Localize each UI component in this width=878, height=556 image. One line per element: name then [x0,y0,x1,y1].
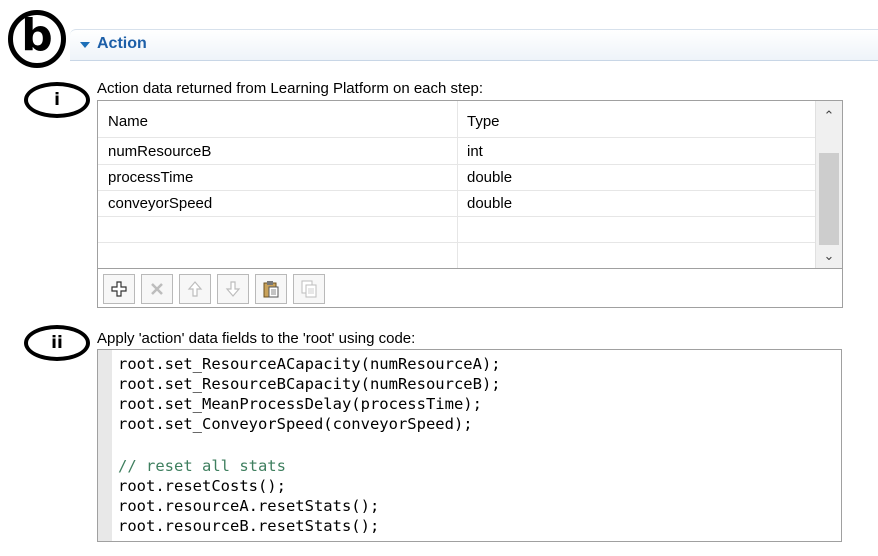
copy-icon [301,280,317,298]
row-type[interactable]: double [457,191,815,217]
row-type[interactable]: double [457,165,815,191]
column-header-name[interactable]: Name [98,109,457,135]
table-row[interactable]: numResourceB int [98,139,815,165]
move-up-icon [187,281,203,297]
collapse-triangle-icon[interactable] [80,42,90,48]
action-table: Name Type numResourceB int processTime d… [97,100,843,308]
table-scrollbar[interactable]: ⌃ ⌄ [815,101,842,268]
copy-button[interactable] [293,274,325,304]
move-up-button[interactable] [179,274,211,304]
annotation-b: b [8,10,66,68]
annotation-ii: ii [24,325,90,361]
delete-row-button[interactable] [141,274,173,304]
row-name[interactable]: conveyorSpeed [98,191,457,217]
row-name[interactable]: processTime [98,165,457,191]
add-row-button[interactable] [103,274,135,304]
row-name[interactable]: numResourceB [98,139,457,165]
delete-icon [151,283,163,295]
code-editor[interactable]: root.set_ResourceACapacity(numResourceA)… [97,349,842,542]
code-comment-line[interactable]: // reset all stats [118,456,286,476]
section-title: Action [97,35,147,52]
code-gutter [98,350,112,541]
row-type[interactable]: int [457,139,815,165]
code-caption: Apply 'action' data fields to the 'root'… [97,330,416,347]
code-line[interactable]: root.set_ResourceACapacity(numResourceA)… [118,354,501,374]
table-row[interactable]: processTime double [98,165,815,191]
table-header-row: Name Type [98,109,815,135]
code-line[interactable]: root.set_MeanProcessDelay(processTime); [118,394,482,414]
code-line[interactable]: root.set_ConveyorSpeed(conveyorSpeed); [118,414,473,434]
table-row[interactable]: conveyorSpeed double [98,191,815,217]
move-down-button[interactable] [217,274,249,304]
code-line[interactable]: root.set_ResourceBCapacity(numResourceB)… [118,374,501,394]
move-down-icon [225,281,241,297]
column-header-type[interactable]: Type [457,109,815,135]
annotation-i: i [24,82,90,118]
scrollbar-thumb[interactable] [819,153,839,245]
action-section-header[interactable]: Action [70,29,878,61]
code-line[interactable]: root.resetCosts(); [118,476,286,496]
add-icon [111,281,127,297]
code-line[interactable]: root.resourceA.resetStats(); [118,496,379,516]
scroll-down-icon[interactable]: ⌄ [816,245,842,267]
code-line[interactable]: root.resourceB.resetStats(); [118,516,379,536]
paste-icon [263,281,279,298]
table-toolbar [98,268,842,307]
paste-button[interactable] [255,274,287,304]
table-body: Name Type numResourceB int processTime d… [98,101,815,268]
scroll-up-icon[interactable]: ⌃ [816,105,842,127]
action-table-caption: Action data returned from Learning Platf… [97,80,484,97]
